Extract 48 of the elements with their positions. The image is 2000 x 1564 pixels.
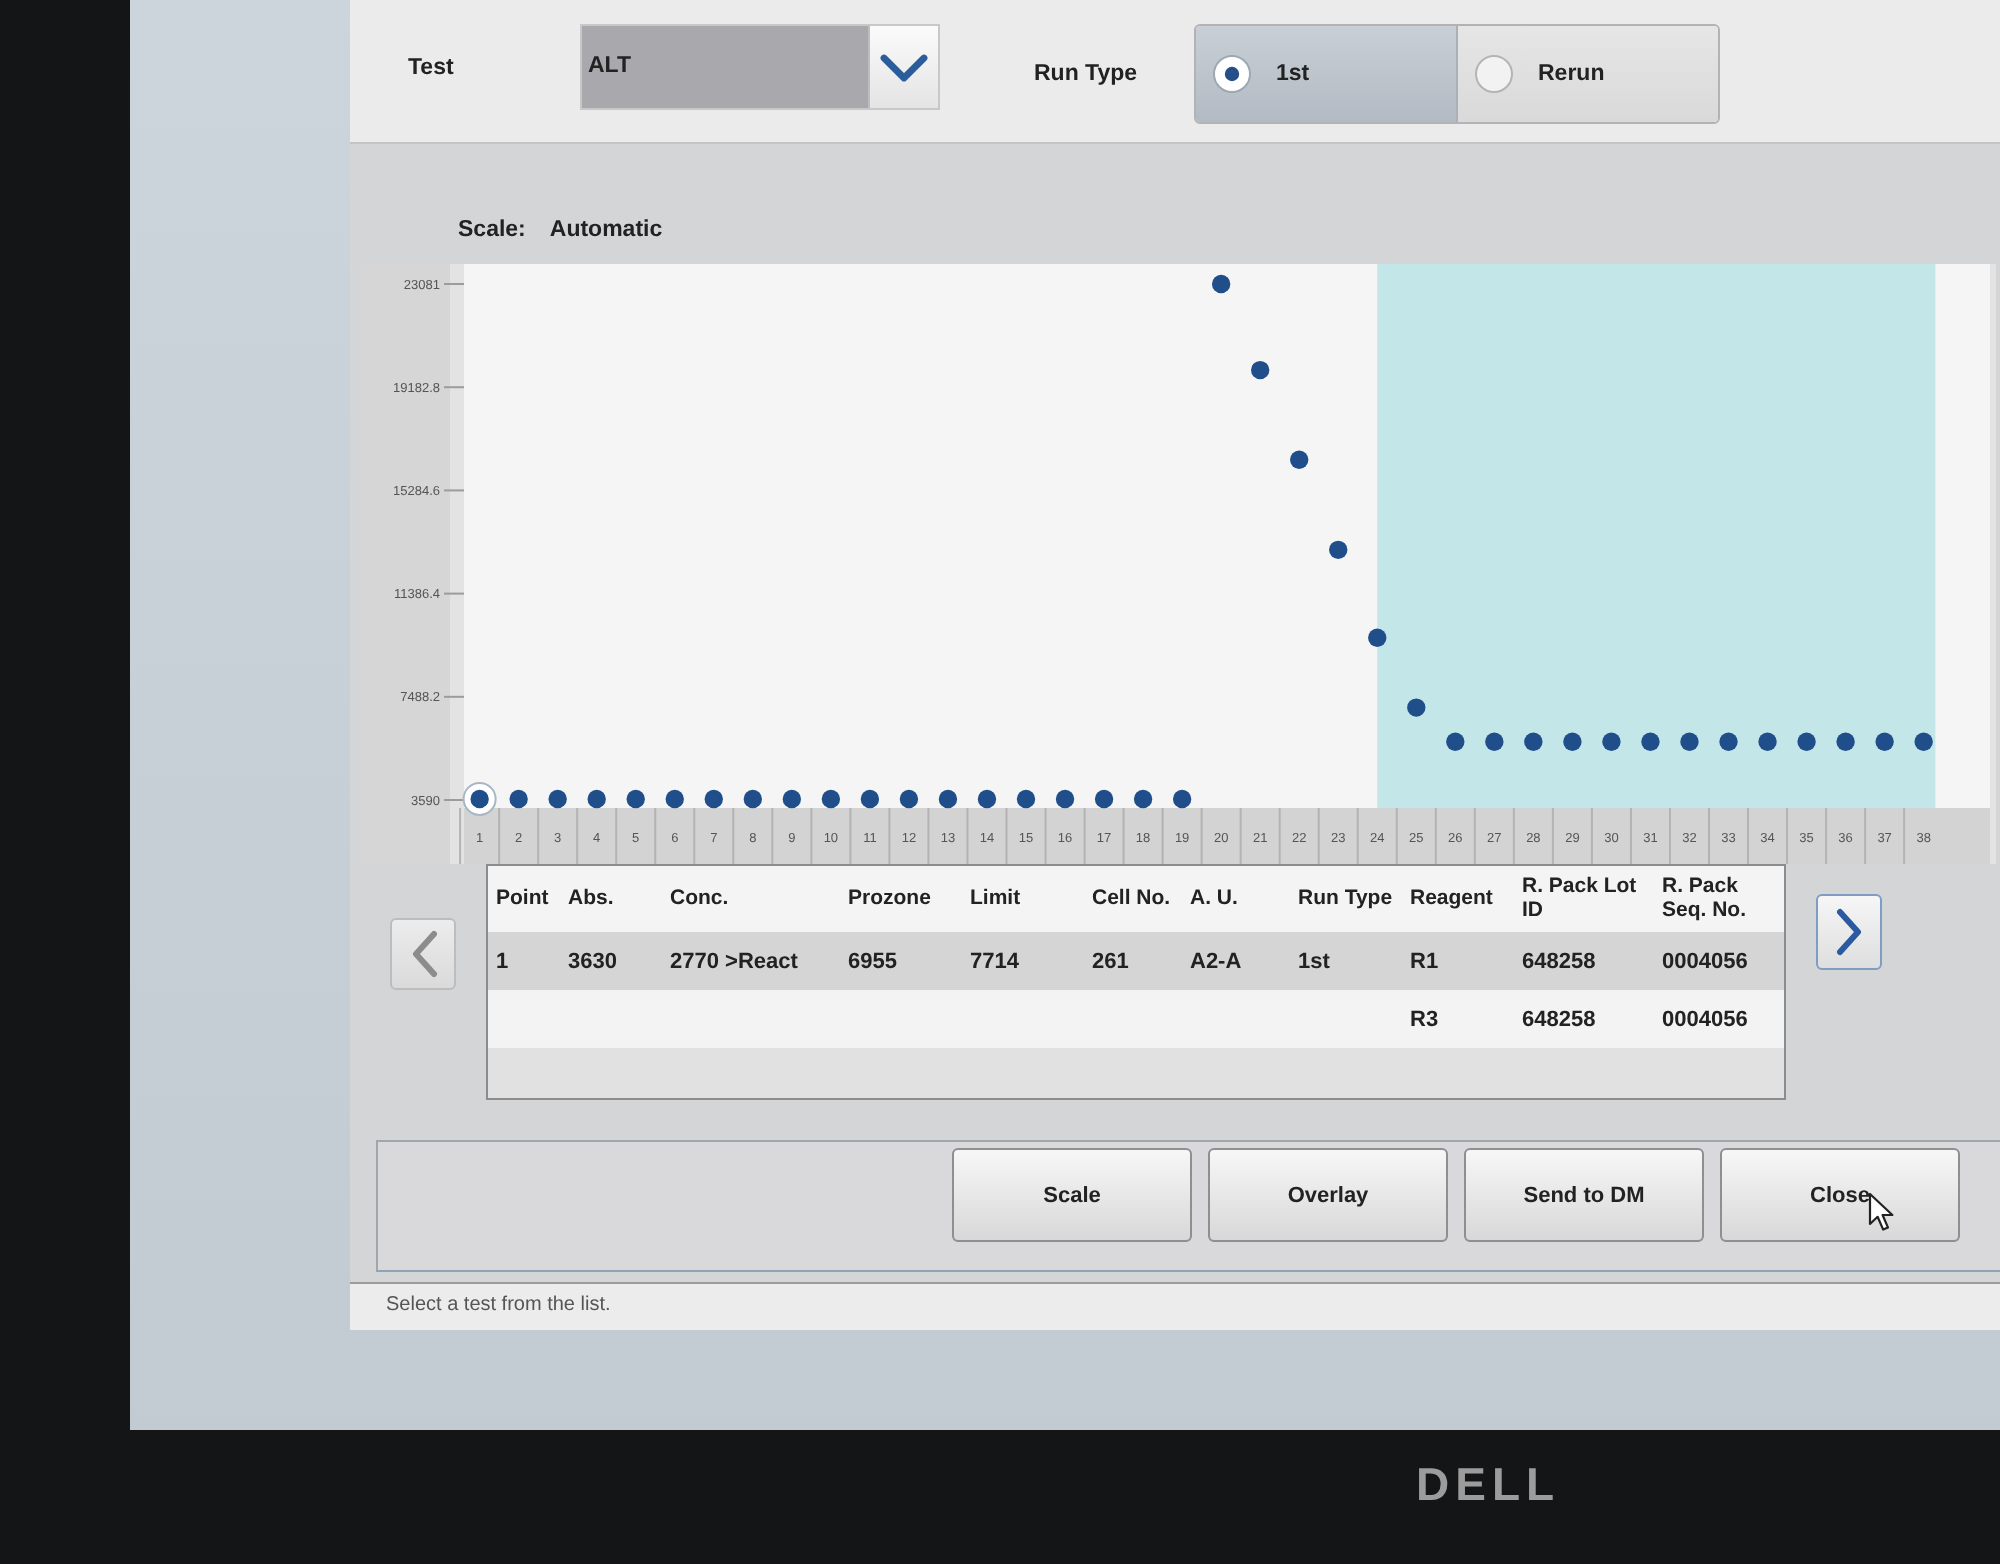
scale-label: Scale: [458, 218, 526, 242]
column-header: R. Pack Seq. No. [1660, 875, 1749, 923]
column-header: Prozone [846, 887, 933, 911]
table-cell-text: 7714 [968, 949, 1021, 973]
table-cell-text: 261 [1090, 949, 1131, 973]
monitor-logo: DELL [1416, 1458, 1561, 1512]
run-type-option[interactable]: 1st [1196, 26, 1458, 122]
column-header: Abs. [566, 887, 616, 911]
chevron-right-icon [1835, 908, 1863, 956]
column-header: A. U. [1188, 887, 1240, 911]
run-type-label: Run Type [1034, 60, 1140, 90]
table-cell-text: 648258 [1520, 1007, 1598, 1031]
action-button[interactable]: Overlay [1208, 1148, 1448, 1242]
column-header: Point [494, 887, 551, 911]
table-cell-text: 3630 [566, 949, 619, 973]
table-cell-text: 648258 [1520, 949, 1598, 973]
column-header: Run Type [1296, 887, 1395, 911]
chevron-down-icon [880, 53, 928, 81]
table-cell-text: R3 [1408, 1007, 1441, 1031]
column-header: R. Pack Lot ID [1520, 875, 1639, 923]
table-cell-text: 2770 >React [668, 949, 800, 973]
run-type-option[interactable]: Rerun [1458, 26, 1718, 122]
table-cell-text: 0004056 [1660, 949, 1750, 973]
table-cell-text: R1 [1408, 949, 1441, 973]
status-bar: Select a test from the list. [350, 1282, 2000, 1330]
action-button[interactable]: Close [1720, 1148, 1960, 1242]
radio-icon [1474, 54, 1514, 94]
column-header: Limit [968, 887, 1023, 911]
scale-value: Automatic [549, 218, 663, 242]
table-cell-text: 1 [494, 949, 511, 973]
chevron-left-icon [409, 930, 437, 978]
column-header: Reagent [1408, 887, 1495, 911]
table-cell-text: A2-A [1188, 949, 1244, 973]
table-cell-text: 1st [1296, 949, 1332, 973]
test-label: Test [408, 54, 456, 84]
table-cell-text: 6955 [846, 949, 899, 973]
mouse-pointer-icon [1868, 1192, 1894, 1232]
table-row[interactable]: R3 648258 0004056 [488, 990, 1784, 1048]
radio-icon [1212, 54, 1252, 94]
column-header: Cell No. [1090, 887, 1173, 911]
table-row[interactable]: 1 3630 2770 >React 6955 7714 261 A2-A 1st R1 648258 0004056 [488, 932, 1784, 990]
action-button[interactable]: Scale [952, 1148, 1192, 1242]
test-dropdown[interactable]: ALT [580, 24, 940, 110]
dropdown-button[interactable] [868, 26, 938, 108]
column-header: Conc. [668, 887, 731, 911]
action-button[interactable]: Send to DM [1464, 1148, 1704, 1242]
next-button[interactable] [1816, 894, 1882, 970]
table-cell-text: 0004056 [1660, 1007, 1750, 1031]
